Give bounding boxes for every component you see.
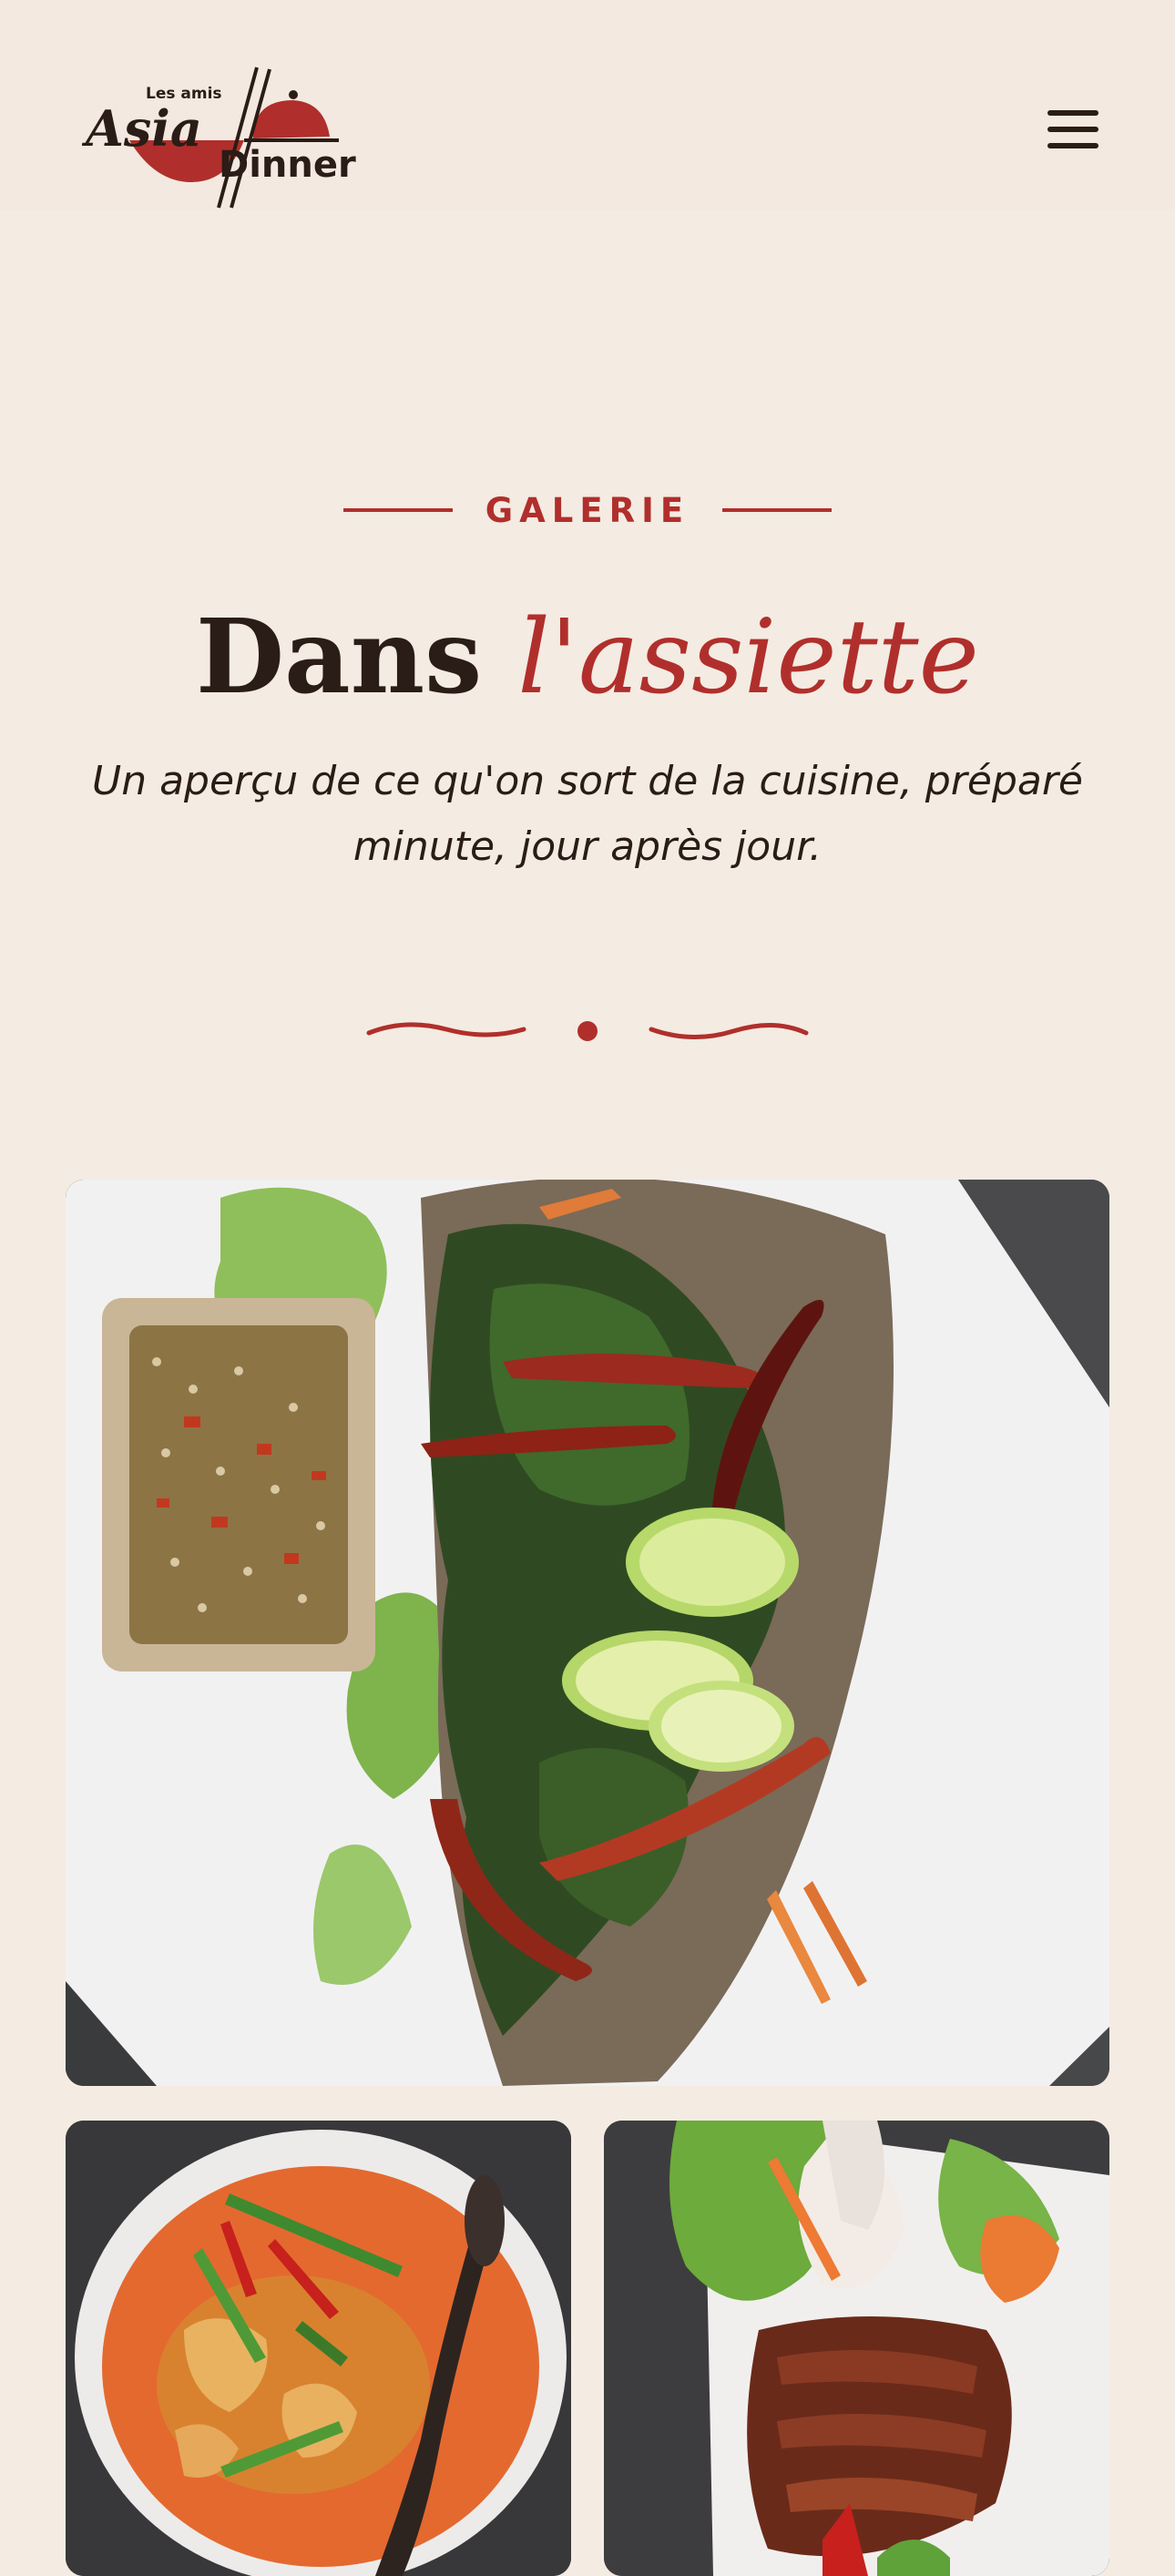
section-eyebrow: GALERIE: [0, 483, 1175, 537]
page-subtitle: Un aperçu de ce qu'on sort de la cuisine…: [92, 758, 1083, 870]
logo-word-two: Dinner: [219, 144, 356, 186]
gallery-photo-duck[interactable]: [604, 2121, 1109, 2576]
eyebrow-rule-left: [342, 508, 453, 512]
page-title-plain: Dans: [196, 598, 483, 717]
logo-word-one: Asia: [82, 99, 202, 158]
hamburger-menu-icon[interactable]: [1038, 102, 1108, 157]
menu-bar-top: [1047, 110, 1098, 116]
gallery-photo-curry[interactable]: [66, 2121, 571, 2576]
gallery-photo-fish[interactable]: [66, 1180, 1109, 2086]
logo-cloche-shape: [253, 100, 330, 138]
eyebrow-rule-right: [722, 508, 833, 512]
logo-cloche-knob: [289, 90, 298, 99]
menu-bar-bottom: [1047, 143, 1098, 148]
page-title-accent: l'assiette: [517, 598, 979, 717]
site-header: Les amis Asia Dinner: [0, 0, 1175, 210]
menu-bar-middle: [1047, 127, 1098, 132]
wave-dot-divider-icon: [366, 1021, 809, 1041]
site-logo[interactable]: Les amis Asia Dinner: [82, 56, 373, 211]
page-title: Dans l'assiette: [0, 594, 1175, 721]
eyebrow-label: GALERIE: [485, 490, 690, 530]
